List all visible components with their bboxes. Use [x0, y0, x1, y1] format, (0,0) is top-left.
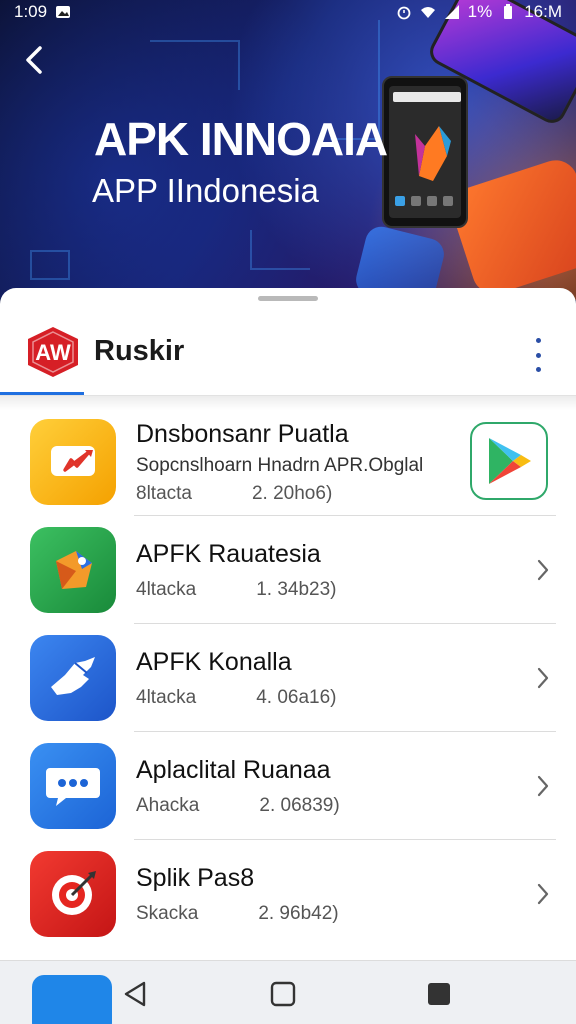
chevron-left-icon [26, 46, 42, 74]
flag-icon [30, 419, 116, 505]
signal-icon [444, 5, 459, 19]
app-meta-value: 2. 20ho6) [251, 482, 333, 504]
app-title: Dnsbonsanr Puatla [136, 419, 349, 448]
status-time-right: 16:M [524, 2, 562, 21]
app-meta-label: 4ltacka [136, 686, 197, 708]
google-play-icon [489, 438, 531, 484]
list-item[interactable]: Splik Pas8 Skacka 2. 96b42) [0, 840, 576, 948]
app-list: Dnsbonsanr Puatla Sopcnslhoarn Hnadrn AP… [0, 408, 576, 948]
app-title: Aplaclital Ruanaa [136, 755, 331, 784]
app-meta-value: 4. 06a16) [256, 686, 337, 708]
hero-subtitle: APP IIndonesia [92, 172, 319, 209]
recents-square-icon [428, 983, 450, 1005]
google-play-button[interactable] [470, 422, 548, 500]
back-button[interactable] [18, 40, 50, 80]
app-title: Splik Pas8 [136, 863, 255, 892]
app-title: APFK Konalla [136, 647, 292, 676]
target-icon [30, 851, 116, 937]
app-meta-value: 2. 06839) [259, 794, 340, 816]
list-item[interactable]: APFK Konalla 4ltacka 4. 06a16) [0, 624, 576, 732]
chevron-right-icon[interactable] [536, 666, 550, 690]
circuit-decoration [30, 250, 70, 280]
back-triangle-icon [124, 981, 146, 1007]
alarm-icon [397, 6, 411, 20]
app-header: AW Ruskir [0, 308, 576, 396]
app-shortcut-tile[interactable] [32, 975, 112, 1024]
nav-home-button[interactable] [268, 979, 298, 1009]
app-description: Sopcnslhoarn Hnadrn APR.Obglal [136, 454, 424, 476]
brand-logo: AW [26, 325, 80, 379]
battery-icon [504, 4, 513, 19]
sheet-drag-handle[interactable] [258, 296, 318, 301]
battery-percent: 1% [467, 2, 493, 21]
status-time: 1:09 [14, 2, 48, 21]
system-nav-bar [0, 960, 576, 1024]
app-meta-value: 1. 34b23) [256, 578, 337, 600]
list-item[interactable]: Dnsbonsanr Puatla Sopcnslhoarn Hnadrn AP… [0, 408, 576, 516]
chat-bubble-icon [30, 743, 116, 829]
tab-indicator [0, 392, 84, 395]
more-vert-icon [535, 338, 541, 343]
chevron-right-icon[interactable] [536, 882, 550, 906]
more-options-button[interactable] [528, 338, 548, 372]
phone-illustration [382, 76, 468, 228]
nav-recents-button[interactable] [424, 979, 454, 1009]
list-item[interactable]: Aplaclital Ruanaa Ahacka 2. 06839) [0, 732, 576, 840]
brand-name: Ruskir [94, 335, 185, 367]
hand-icon [30, 635, 116, 721]
svg-text:AW: AW [35, 340, 71, 365]
image-notification-icon [56, 6, 71, 18]
hero-title: APK INNOAIA [94, 113, 388, 165]
list-item[interactable]: APFK Rauatesia 4ltacka 1. 34b23) [0, 516, 576, 624]
circuit-decoration [250, 230, 310, 270]
app-meta-label: 4ltacka [136, 578, 197, 600]
app-meta-label: Ahacka [136, 794, 200, 816]
more-vert-dot [535, 367, 541, 372]
chevron-right-icon[interactable] [536, 774, 550, 798]
app-list-sheet: AW Ruskir Dnsbonsanr Puatla Sopcnslhoarn [0, 288, 576, 1024]
home-square-icon [270, 981, 296, 1007]
wifi-icon [420, 7, 435, 18]
status-bar: 1:09 1% 16:M [0, 0, 576, 24]
puzzle-icon [30, 527, 116, 613]
app-meta-value: 2. 96b42) [258, 902, 339, 924]
app-title: APFK Rauatesia [136, 539, 321, 568]
hero-banner: APK INNOAIA APP IIndonesia [0, 0, 576, 300]
app-meta-label: 8ltacta [136, 482, 192, 504]
chevron-right-icon[interactable] [536, 558, 550, 582]
app-meta-label: Skacka [136, 902, 199, 924]
more-vert-dot [535, 352, 541, 358]
circuit-decoration [150, 40, 240, 90]
nav-back-button[interactable] [120, 979, 150, 1009]
